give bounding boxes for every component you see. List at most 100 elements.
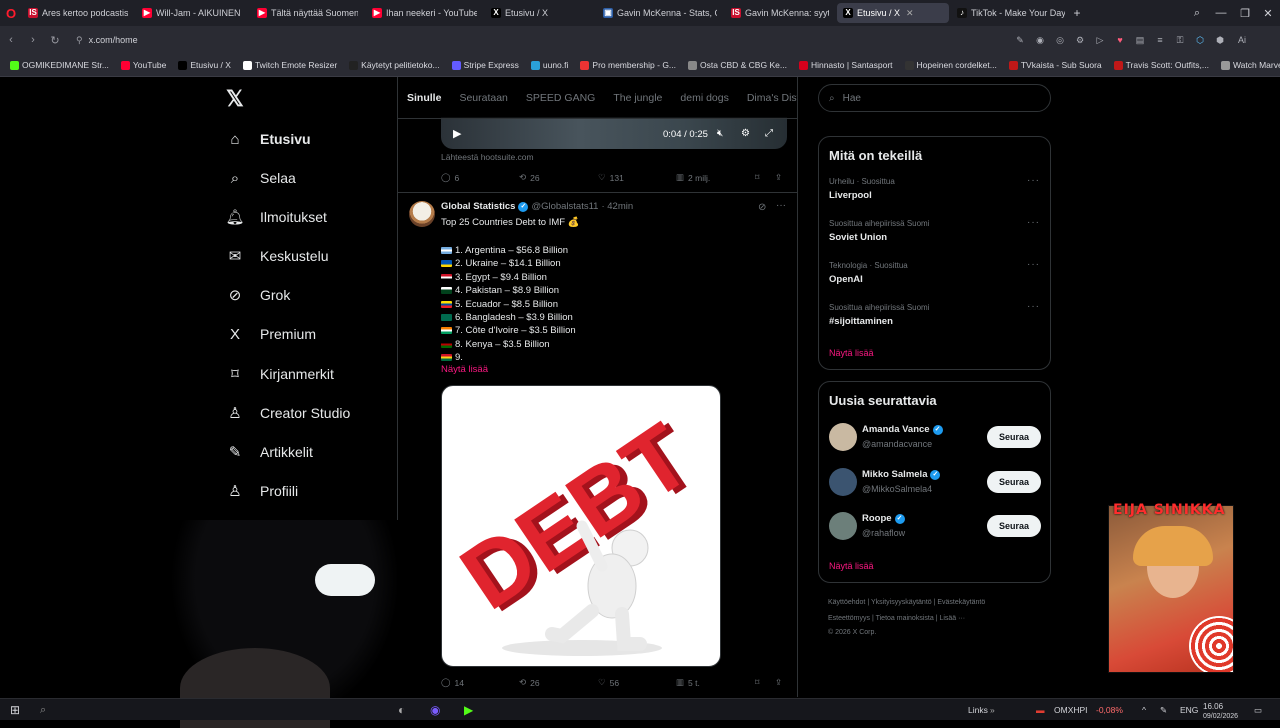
bookmark-item[interactable]: uuno.fi bbox=[527, 60, 573, 70]
bookmark-item[interactable]: Twitch Emote Resizer bbox=[239, 60, 341, 70]
post-image[interactable]: DEBT DEBT bbox=[441, 385, 721, 667]
author-name[interactable]: Global Statistics bbox=[441, 201, 515, 212]
nav-item-x[interactable]: X Premium bbox=[226, 320, 316, 348]
footer-link[interactable]: Lisää ··· bbox=[939, 615, 965, 622]
timeline-tab[interactable]: Seurataan bbox=[450, 77, 516, 119]
nav-item-article[interactable]: ✎ Artikkelit bbox=[226, 438, 313, 466]
windows-start-icon[interactable]: ⊞ bbox=[10, 699, 20, 721]
reply-button[interactable]: ◯ 6 bbox=[441, 172, 459, 183]
search-input[interactable]: ⌕ Hae bbox=[818, 84, 1051, 112]
views-button[interactable]: ▥ 2 milj. bbox=[676, 172, 710, 183]
browser-tab[interactable]: ▶ Tältä näyttää Suomen suu bbox=[251, 3, 364, 23]
taskbar-app-icon[interactable]: ◐ bbox=[398, 699, 405, 721]
reload-icon[interactable]: ↻ bbox=[44, 26, 66, 54]
extensions-icon[interactable]: ⬡ bbox=[1192, 32, 1208, 48]
trend-more-icon[interactable]: ··· bbox=[1027, 259, 1040, 270]
nav-item-grok[interactable]: ⊘ Grok bbox=[226, 281, 291, 309]
bookmark-item[interactable]: OGMIKEDIMANE Str... bbox=[6, 60, 113, 70]
follow-button[interactable]: Seuraa bbox=[987, 471, 1041, 493]
back-icon[interactable]: ‹ bbox=[0, 26, 22, 54]
like-button[interactable]: ♡ 56 bbox=[598, 677, 619, 688]
site-info-icon[interactable]: ⚲ bbox=[76, 35, 83, 46]
video-player[interactable] bbox=[441, 117, 787, 149]
sidebar-icon[interactable]: ▤ bbox=[1132, 32, 1148, 48]
trend-more-icon[interactable]: ··· bbox=[1027, 217, 1040, 228]
follow-name[interactable]: Amanda Vance ✓ bbox=[862, 424, 943, 435]
aria-icon[interactable]: Ai bbox=[1232, 32, 1252, 48]
share-button[interactable]: ⇪ bbox=[775, 172, 782, 183]
bookmark-button[interactable]: ⌑ bbox=[755, 172, 759, 183]
reply-button[interactable]: ◯ 14 bbox=[441, 677, 464, 688]
wallet-icon[interactable]: ⚿ bbox=[1172, 32, 1188, 48]
easy-setup-icon[interactable]: ⬢ bbox=[1212, 32, 1228, 48]
follow-handle[interactable]: @MikkoSalmela4 bbox=[862, 484, 932, 494]
bookmark-item[interactable]: Hopeinen cordelket... bbox=[901, 60, 1001, 70]
footer-link[interactable]: Yksityisyyskäytäntö bbox=[871, 599, 932, 606]
play-icon[interactable]: ▷ bbox=[1092, 32, 1108, 48]
like-button[interactable]: ♡ 131 bbox=[598, 172, 624, 183]
timeline-tab[interactable]: demi dogs bbox=[671, 77, 737, 119]
menu-icon[interactable]: ≡ bbox=[1152, 32, 1168, 48]
bookmark-item[interactable]: Hinnasto | Santasport bbox=[795, 60, 897, 70]
nav-item-search[interactable]: ⌕ Selaa bbox=[226, 164, 296, 192]
bookmark-item[interactable]: Etusivu / X bbox=[174, 60, 235, 70]
clock-date[interactable]: 09/02/2026 bbox=[1203, 705, 1238, 727]
footer-link[interactable]: Evästekäytäntö bbox=[937, 599, 985, 606]
url-text[interactable]: x.com/home bbox=[89, 35, 138, 45]
browser-tab[interactable]: IS Ares kertoo podcastissa v bbox=[22, 3, 134, 23]
links-chevron-icon[interactable]: » bbox=[990, 699, 995, 721]
bookmark-item[interactable]: YouTube bbox=[117, 60, 170, 70]
nav-item-creator[interactable]: ♙ Creator Studio bbox=[226, 399, 350, 427]
footer-link[interactable]: Tietoa mainoksista bbox=[876, 615, 934, 622]
bookmark-item[interactable]: TVkaista - Sub Suora bbox=[1005, 60, 1106, 70]
follow-handle[interactable]: @rahaflow bbox=[862, 528, 905, 538]
taskbar-links[interactable]: Links bbox=[968, 699, 988, 721]
forward-icon[interactable]: › bbox=[22, 26, 44, 54]
nav-item-home[interactable]: ⌂ Etusivu bbox=[226, 125, 310, 153]
author-handle[interactable]: @Globalstats11 bbox=[531, 201, 598, 212]
kick-icon[interactable]: ▶ bbox=[464, 699, 473, 721]
bookmark-item[interactable]: Stripe Express bbox=[448, 60, 523, 70]
edit-icon[interactable]: ✎ bbox=[1012, 32, 1028, 48]
grok-icon[interactable]: ⊘ bbox=[758, 202, 766, 213]
network-icon[interactable]: ✎ bbox=[1160, 699, 1167, 721]
close-tab-icon[interactable]: ✕ bbox=[906, 8, 914, 19]
post-button[interactable] bbox=[315, 564, 375, 596]
bookmark-button[interactable]: ⌑ bbox=[755, 677, 759, 688]
repost-button[interactable]: ⟲ 26 bbox=[519, 677, 540, 688]
maximize-icon[interactable]: ❐ bbox=[1233, 0, 1257, 26]
video-source[interactable]: Lähteestä hootsuite.com bbox=[441, 152, 534, 162]
browser-tab[interactable]: ▶ Ihan neekeri - YouTube bbox=[366, 3, 483, 23]
bookmark-item[interactable]: Osta CBD & CBG Ke... bbox=[684, 60, 791, 70]
avatar[interactable] bbox=[829, 468, 857, 496]
avatar[interactable] bbox=[829, 512, 857, 540]
follow-name[interactable]: Roope ✓ bbox=[862, 513, 905, 524]
browser-tab[interactable]: X Etusivu / X ✕ bbox=[837, 3, 949, 23]
browser-tab[interactable]: ▶ Will-Jam - AIKUINEN - Yo bbox=[136, 3, 249, 23]
timeline-tab[interactable]: The jungle bbox=[604, 77, 671, 119]
avatar[interactable] bbox=[829, 423, 857, 451]
trend-more-icon[interactable]: ··· bbox=[1027, 175, 1040, 186]
bookmark-item[interactable]: Travis Scott: Outfits,... bbox=[1110, 60, 1213, 70]
minimize-icon[interactable]: — bbox=[1209, 0, 1233, 26]
tray-chevron-icon[interactable]: ^ bbox=[1142, 699, 1146, 721]
mute-icon[interactable]: 🔇︎ bbox=[717, 128, 723, 139]
share-button[interactable]: ⇪ bbox=[775, 677, 782, 688]
url-field[interactable]: ⚲ x.com/home bbox=[70, 31, 1000, 49]
browser-tab[interactable]: IS Gavin McKenna: syytettä bbox=[725, 3, 835, 23]
show-more-link[interactable]: Näytä lisää bbox=[441, 364, 488, 375]
bookmark-item[interactable]: Käytetyt pelitietoko... bbox=[345, 60, 443, 70]
vpn-icon[interactable]: ◎ bbox=[1052, 32, 1068, 48]
footer-link[interactable]: Esteettömyys bbox=[828, 615, 870, 622]
follow-handle[interactable]: @amandacvance bbox=[862, 439, 932, 449]
nav-item-mail[interactable]: ✉ Keskustelu bbox=[226, 242, 329, 270]
heart-icon[interactable]: ♥ bbox=[1112, 32, 1128, 48]
notifications-icon[interactable]: ▭ bbox=[1254, 699, 1262, 721]
video-settings-icon[interactable]: ⚙ bbox=[741, 128, 750, 139]
footer-link[interactable]: Käyttöehdot bbox=[828, 599, 865, 606]
bookmark-item[interactable]: Pro membership - G... bbox=[576, 60, 680, 70]
timeline-tab[interactable]: Sinulle bbox=[398, 77, 450, 119]
close-window-icon[interactable]: ✕ bbox=[1256, 0, 1280, 26]
settings-icon[interactable]: ⚙ bbox=[1072, 32, 1088, 48]
fullscreen-icon[interactable]: ⤢ bbox=[765, 128, 773, 139]
